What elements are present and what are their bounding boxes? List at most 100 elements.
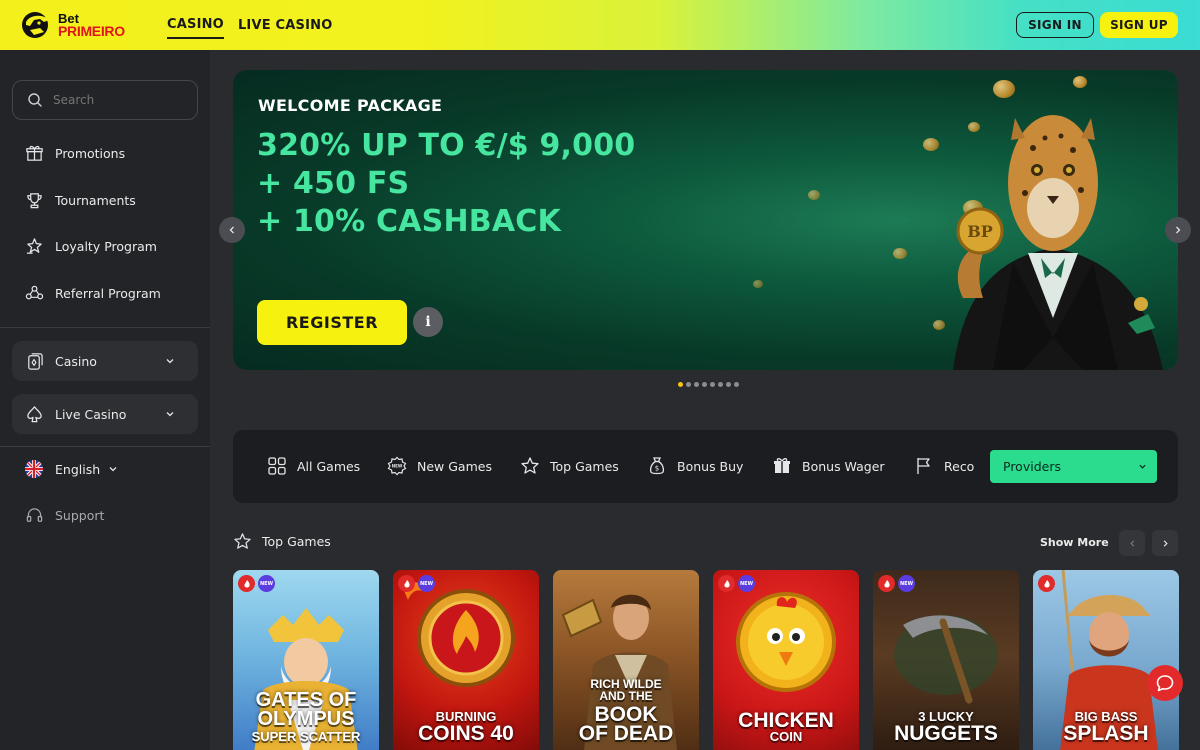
game-title-line: COIN [769, 729, 803, 744]
search-box[interactable] [12, 80, 198, 120]
sidebar-group-casino[interactable]: Casino [12, 341, 198, 381]
casino-icon [28, 352, 43, 370]
carousel-dot[interactable] [686, 382, 691, 387]
svg-text:NEW: NEW [392, 464, 403, 469]
carousel-dot[interactable] [710, 382, 715, 387]
betprimeiro-logo[interactable]: Bet PRIMEIRO [20, 9, 135, 41]
filter-new-games[interactable]: NEW New Games [387, 456, 492, 476]
sidebar-item-label: Tournaments [55, 192, 136, 208]
filter-all-games[interactable]: All Games [267, 456, 360, 476]
game-tile-book-of-dead[interactable]: RICH WILDE AND THE BOOK OF DEAD [553, 570, 699, 750]
game-title-line: GATES OF [255, 689, 357, 711]
chevron-right-icon [1163, 539, 1168, 547]
carousel-dots [678, 382, 739, 387]
nav-live-casino[interactable]: LIVE CASINO [238, 13, 333, 38]
chevron-left-icon [229, 226, 234, 234]
game-title-line: CHICKEN [738, 709, 834, 732]
top-header: Bet PRIMEIRO CASINO LIVE CASINO SIGN IN … [0, 0, 1200, 50]
money-bag-icon: $ [649, 457, 665, 475]
sidebar-item-loyalty-program[interactable]: Loyalty Program [25, 236, 157, 256]
filter-bonus-wager[interactable]: Bonus Wager [772, 456, 885, 476]
carousel-dot[interactable] [702, 382, 707, 387]
uk-flag-icon [25, 460, 43, 478]
game-title-line: SPLASH [1063, 722, 1149, 745]
flag-icon [917, 458, 930, 474]
carousel-dot[interactable] [694, 382, 699, 387]
support-label: Support [55, 508, 105, 523]
new-badge: NEW [898, 575, 915, 592]
sidebar-item-tournaments[interactable]: Tournaments [25, 190, 136, 210]
game-tile-3-lucky-nuggets[interactable]: NEW 3 LUCKY NUGGETS [873, 570, 1019, 750]
sign-in-button[interactable]: SIGN IN [1016, 12, 1094, 38]
games-prev-button[interactable] [1119, 530, 1145, 556]
gift-box-icon [774, 458, 790, 473]
nav-casino[interactable]: CASINO [167, 12, 224, 39]
sidebar-item-referral-program[interactable]: Referral Program [25, 283, 161, 303]
chevron-down-icon [1139, 464, 1146, 469]
sidebar-group-live-casino[interactable]: Live Casino [12, 394, 198, 434]
new-icon: NEW [387, 456, 407, 476]
filter-top-games[interactable]: Top Games [520, 456, 619, 476]
banner-next-button[interactable] [1165, 217, 1191, 243]
jaguar-mascot-illustration: BP [953, 115, 1163, 370]
sidebar-group-label: Casino [55, 353, 97, 369]
chevron-down-icon [166, 359, 174, 364]
carousel-dot[interactable] [726, 382, 731, 387]
games-next-button[interactable] [1152, 530, 1178, 556]
game-title-line: COINS 40 [418, 722, 514, 745]
search-icon [28, 93, 42, 107]
carousel-dot[interactable] [718, 382, 723, 387]
filter-label: All Games [297, 458, 361, 474]
sidebar-group-label: Live Casino [55, 406, 127, 422]
star-icon [521, 457, 539, 474]
hot-badge [238, 575, 255, 592]
decorative-coin [808, 190, 820, 200]
game-title-line: OF DEAD [578, 722, 674, 745]
welcome-banner[interactable]: BP WELCOME PACKAGE 320% UP TO €/$ 9,000 … [233, 70, 1178, 370]
register-button[interactable]: REGISTER [257, 300, 407, 345]
spade-icon [27, 405, 42, 422]
hot-badge [718, 575, 735, 592]
sidebar: Promotions Tournaments Loyalty Program R… [0, 50, 210, 750]
filter-recommended[interactable]: Reco [914, 456, 974, 476]
filter-bonus-buy[interactable]: $ Bonus Buy [647, 456, 743, 476]
game-title-line: NUGGETS [894, 722, 998, 745]
show-more-link[interactable]: Show More [1040, 536, 1109, 549]
sidebar-item-promotions[interactable]: Promotions [25, 143, 125, 163]
game-title-line: SUPER SCATTER [251, 729, 361, 744]
language-selector[interactable]: English [25, 460, 118, 478]
game-tile-big-bass-splash[interactable]: BIG BASS SPLASH [1033, 570, 1179, 750]
carousel-dot[interactable] [734, 382, 739, 387]
jaguar-logo-icon [22, 12, 49, 38]
game-tile-gates-of-olympus[interactable]: NEW GATES OF OLYMPUS SUPER SCATTER [233, 570, 379, 750]
language-label: English [55, 461, 101, 477]
chevron-left-icon [1129, 539, 1134, 547]
banner-prev-button[interactable] [219, 217, 245, 243]
new-badge: NEW [418, 575, 435, 592]
search-input[interactable] [53, 93, 183, 107]
filter-label: Top Games [550, 458, 619, 474]
game-title-line: AND THE [599, 689, 653, 703]
info-button[interactable]: i [413, 307, 443, 337]
flame-icon [1043, 579, 1050, 587]
grid-icon [268, 457, 286, 475]
loyalty-icon [26, 237, 42, 254]
game-tile-chicken-coin[interactable]: NEW CHICKEN COIN [713, 570, 859, 750]
support-link[interactable]: Support [25, 506, 104, 525]
section-title-label: Top Games [262, 534, 331, 549]
flame-icon [883, 579, 890, 587]
banner-headline-line: + 450 FS [257, 166, 410, 201]
chevron-down-icon [109, 467, 117, 472]
sidebar-divider [0, 327, 210, 328]
chevron-down-icon [166, 412, 174, 417]
sidebar-item-label: Loyalty Program [55, 238, 157, 254]
providers-dropdown[interactable]: Providers [990, 450, 1157, 483]
chat-bubble-icon [1156, 675, 1174, 692]
hot-badge [1038, 575, 1055, 592]
carousel-dot[interactable] [678, 382, 683, 387]
filter-label: Bonus Buy [677, 458, 744, 474]
sign-up-button[interactable]: SIGN UP [1100, 12, 1178, 38]
live-chat-button[interactable] [1147, 665, 1183, 701]
banner-headline-line: 320% UP TO €/$ 9,000 [257, 128, 636, 163]
game-tile-burning-coins-40[interactable]: NEW BURNING COINS 40 [393, 570, 539, 750]
